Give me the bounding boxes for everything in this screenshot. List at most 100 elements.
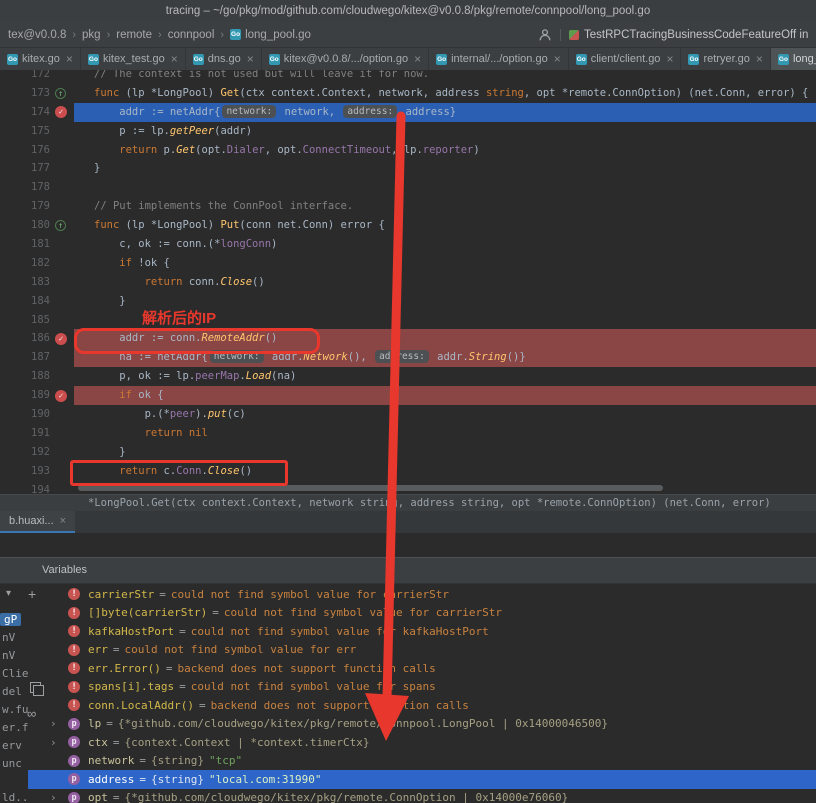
gutter: 192	[0, 443, 74, 462]
close-icon[interactable]: ×	[756, 52, 763, 66]
code-line-172[interactable]: 172// The context is not used but will l…	[0, 70, 816, 84]
tab-long-pool-go[interactable]: Golong_pool.go×	[771, 48, 816, 70]
variable-row-carrierstr[interactable]: !carrierStr=could not find symbol value …	[28, 585, 816, 604]
code-line-188[interactable]: 188 p, ok := lp.peerMap.Load(na)	[0, 367, 816, 386]
close-icon[interactable]: ×	[247, 52, 254, 66]
code-line-193[interactable]: 193 return c.Conn.Close()	[0, 462, 816, 481]
tab-internal-option-go[interactable]: Gointernal/.../option.go×	[429, 48, 569, 70]
breakpoint-icon[interactable]: ✓	[55, 106, 67, 118]
line-number: 186	[0, 329, 50, 348]
gutter: 181	[0, 235, 74, 254]
breadcrumb-item-1[interactable]: pkg	[82, 29, 101, 41]
variable-row-network[interactable]: pnetwork={string}"tcp"	[28, 752, 816, 771]
line-number: 188	[0, 367, 50, 386]
run-configuration-selector[interactable]: TestRPCTracingBusinessCodeFeatureOff in …	[560, 29, 808, 41]
code-editor[interactable]: 172// The context is not used but will l…	[0, 70, 816, 494]
breadcrumb-item-label: remote	[116, 29, 152, 41]
error-icon: !	[68, 662, 80, 674]
code-line-177[interactable]: 177}	[0, 159, 816, 178]
expand-chevron-icon[interactable]: ›	[50, 717, 62, 730]
parameter-icon: p	[68, 773, 80, 785]
expand-chevron-icon[interactable]: ›	[50, 736, 62, 749]
secondary-tab[interactable]: b.huaxi... ×	[0, 511, 75, 533]
code-line-184[interactable]: 184 }	[0, 292, 816, 311]
gutter: 189✓	[0, 386, 74, 405]
implements-icon[interactable]: ↑	[55, 88, 66, 99]
breakpoint-icon[interactable]: ✓	[55, 390, 67, 402]
code-line-182[interactable]: 182 if !ok {	[0, 254, 816, 273]
code-line-176[interactable]: 176 return p.Get(opt.Dialer, opt.Connect…	[0, 141, 816, 160]
code-line-178[interactable]: 178	[0, 178, 816, 197]
tab-dns-go[interactable]: Godns.go×	[186, 48, 262, 70]
tab-kitex-test-go[interactable]: Gokitex_test.go×	[81, 48, 186, 70]
breadcrumb-item-2[interactable]: remote	[116, 29, 152, 41]
code-text: return c.Conn.Close()	[74, 462, 816, 481]
code-line-175[interactable]: 175 p := lp.getPeer(addr)	[0, 122, 816, 141]
tab-kitex-go[interactable]: Gokitex.go×	[0, 48, 81, 70]
variable-row-lp[interactable]: ›plp={*github.com/cloudwego/kitex/pkg/re…	[28, 715, 816, 734]
attach-debugger-icon[interactable]	[538, 28, 552, 42]
variable-row--byte-carrierstr-[interactable]: ![]byte(carrierStr)=could not find symbo…	[28, 604, 816, 623]
code-line-186[interactable]: 186✓ addr := conn.RemoteAddr()	[0, 329, 816, 348]
code-line-173[interactable]: 173↑func (lp *LongPool) Get(ctx context.…	[0, 84, 816, 103]
gutter: 191	[0, 424, 74, 443]
variable-name: conn.LocalAddr()	[88, 699, 194, 712]
gutter: 188	[0, 367, 74, 386]
variable-row-err-error-[interactable]: !err.Error()=backend does not support fu…	[28, 659, 816, 678]
code-line-181[interactable]: 181 c, ok := conn.(*longConn)	[0, 235, 816, 254]
variable-value: backend does not support function calls	[211, 699, 469, 712]
code-line-190[interactable]: 190 p.(*peer).put(c)	[0, 405, 816, 424]
variable-row-opt[interactable]: ›popt={*github.com/cloudwego/kitex/pkg/r…	[28, 789, 816, 803]
error-icon: !	[68, 699, 80, 711]
variable-type: {string}	[151, 773, 204, 786]
code-line-185[interactable]: 185	[0, 311, 816, 330]
horizontal-scrollbar[interactable]	[78, 485, 663, 491]
close-icon[interactable]: ×	[66, 52, 73, 66]
variable-row-spans-i-tags[interactable]: !spans[i].tags=could not find symbol val…	[28, 678, 816, 697]
tab-client-client-go[interactable]: Goclient/client.go×	[569, 48, 682, 70]
code-line-183[interactable]: 183 return conn.Close()	[0, 273, 816, 292]
gutter: 177	[0, 159, 74, 178]
chevron-down-icon[interactable]: ▾	[6, 588, 11, 599]
code-line-179[interactable]: 179// Put implements the ConnPool interf…	[0, 197, 816, 216]
code-line-180[interactable]: 180↑func (lp *LongPool) Put(conn net.Con…	[0, 216, 816, 235]
close-icon[interactable]: ×	[60, 515, 66, 527]
close-icon[interactable]: ×	[171, 52, 178, 66]
implements-icon[interactable]: ↑	[55, 220, 66, 231]
close-icon[interactable]: ×	[666, 52, 673, 66]
code-line-187[interactable]: 187 na := netAddr{network: addr.Network(…	[0, 348, 816, 367]
variable-row-conn-localaddr-[interactable]: !conn.LocalAddr()=backend does not suppo…	[28, 696, 816, 715]
code-line-192[interactable]: 192 }	[0, 443, 816, 462]
variable-row-kafkahostport[interactable]: !kafkaHostPort=could not find symbol val…	[28, 622, 816, 641]
code-line-191[interactable]: 191 return nil	[0, 424, 816, 443]
breadcrumb-item-label: pkg	[82, 29, 101, 41]
frame-fragment: nV	[2, 631, 15, 644]
gutter: 187	[0, 348, 74, 367]
gutter: 179	[0, 197, 74, 216]
variable-name: []byte(carrierStr)	[88, 606, 207, 619]
variable-row-err[interactable]: !err=could not find symbol value for err	[28, 641, 816, 660]
breakpoint-icon[interactable]: ✓	[55, 333, 67, 345]
code-line-174[interactable]: 174✓ addr := netAddr{network: network, a…	[0, 103, 816, 122]
close-icon[interactable]: ×	[554, 52, 561, 66]
breadcrumb-item-4[interactable]: Golong_pool.go	[230, 29, 311, 41]
breadcrumb-item-3[interactable]: connpool	[168, 29, 215, 41]
variable-value: could not find symbol value for spans	[191, 680, 436, 693]
breadcrumb-item-label: long_pool.go	[245, 29, 311, 41]
variable-row-ctx[interactable]: ›pctx={context.Context | *context.timerC…	[28, 733, 816, 752]
variable-value: "local.com:31990"	[209, 773, 322, 786]
tab-kitex-v0-0-8-option-go[interactable]: Gokitex@v0.0.8/.../option.go×	[262, 48, 429, 70]
window-title: tracing – ~/go/pkg/mod/github.com/cloudw…	[0, 0, 816, 23]
variable-row-address[interactable]: paddress={string}"local.com:31990"	[28, 770, 816, 789]
ide-window: tracing – ~/go/pkg/mod/github.com/cloudw…	[0, 0, 816, 803]
variable-value: could not find symbol value for carrierS…	[171, 588, 449, 601]
code-text: p := lp.getPeer(addr)	[74, 122, 816, 141]
expand-chevron-icon[interactable]: ›	[50, 791, 62, 803]
breadcrumb-item-0[interactable]: tex@v0.0.8	[8, 29, 66, 41]
gutter: 190	[0, 405, 74, 424]
code-text: p.(*peer).put(c)	[74, 405, 816, 424]
frame-fragment: nV	[2, 649, 15, 662]
code-line-189[interactable]: 189✓ if ok {	[0, 386, 816, 405]
close-icon[interactable]: ×	[414, 52, 421, 66]
tab-retryer-go[interactable]: Goretryer.go×	[681, 48, 770, 70]
